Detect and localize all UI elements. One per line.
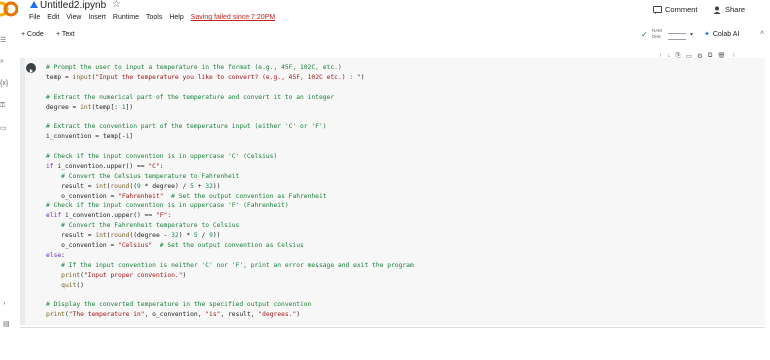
code-line[interactable]: i_convention = temp[-1] bbox=[46, 132, 414, 142]
menu-help[interactable]: Help bbox=[169, 14, 183, 21]
left-sidebar: ☰ ⌕ {x} ⚿ ▭ bbox=[0, 28, 14, 328]
menu-insert[interactable]: Insert bbox=[88, 14, 106, 21]
drive-icon bbox=[30, 1, 38, 8]
cell-gutter bbox=[20, 58, 25, 325]
resource-monitor[interactable]: RAM Disk bbox=[652, 28, 662, 40]
code-line[interactable]: if i_convention.upper() == "C": bbox=[46, 162, 414, 172]
code-line[interactable]: o_convention = "Celsius" # Set the outpu… bbox=[46, 241, 414, 251]
code-line[interactable]: result = int(round((9 * degree) / 5 + 32… bbox=[46, 182, 414, 192]
table-of-contents-icon[interactable]: ☰ bbox=[0, 36, 6, 44]
code-line[interactable]: quit() bbox=[46, 281, 414, 291]
code-line[interactable]: elif i_convention.upper() == "F": bbox=[46, 211, 414, 221]
files-icon[interactable]: ▭ bbox=[0, 124, 7, 132]
code-line[interactable]: else: bbox=[46, 251, 414, 261]
code-line[interactable]: print("Input proper convention.") bbox=[46, 271, 414, 281]
cell-divider bbox=[20, 327, 765, 328]
code-line[interactable]: # Display the converted temperature in t… bbox=[46, 300, 414, 310]
code-line[interactable] bbox=[46, 83, 414, 93]
terminal-icon[interactable]: ▤ bbox=[3, 320, 10, 328]
expand-icon[interactable]: › bbox=[3, 300, 5, 307]
code-line[interactable]: result = int(round((degree - 32) * 5 / 9… bbox=[46, 231, 414, 241]
sparkle-icon: ✦ bbox=[704, 31, 710, 38]
add-code-button[interactable]: + Code bbox=[21, 31, 44, 38]
play-icon bbox=[29, 68, 33, 74]
colab-ai-button[interactable]: ✦ Colab AI bbox=[704, 30, 739, 39]
code-line[interactable]: o_convention = "Fahrenheit" # Set the ou… bbox=[46, 192, 414, 202]
code-line[interactable]: # Prompt the user to input a temperature… bbox=[46, 63, 414, 73]
ram-bar bbox=[668, 33, 686, 34]
colab-logo-icon[interactable] bbox=[0, 0, 18, 18]
code-editor[interactable]: # Prompt the user to input a temperature… bbox=[46, 63, 414, 320]
comment-icon bbox=[653, 5, 662, 14]
menu-runtime[interactable]: Runtime bbox=[113, 14, 139, 21]
code-line[interactable]: # Convert the Celsius temperature to Fah… bbox=[46, 172, 414, 182]
code-line[interactable] bbox=[46, 142, 414, 152]
person-add-icon bbox=[713, 6, 721, 14]
menu-edit[interactable]: Edit bbox=[47, 14, 59, 21]
code-line[interactable]: degree = int(temp[: 1]) bbox=[46, 103, 414, 113]
code-line[interactable] bbox=[46, 112, 414, 122]
menu-file[interactable]: File bbox=[29, 14, 40, 21]
share-button[interactable]: Share bbox=[713, 5, 745, 14]
code-line[interactable]: # Check if the input convention is in up… bbox=[46, 201, 414, 211]
notebook-title[interactable]: Untitled2.ipynb bbox=[40, 0, 106, 11]
chevron-down-icon[interactable]: ▾ bbox=[690, 31, 693, 38]
menu-view[interactable]: View bbox=[66, 14, 81, 21]
code-line[interactable]: # Extract the numerical part of the temp… bbox=[46, 93, 414, 103]
secrets-icon[interactable]: ⚿ bbox=[0, 102, 5, 110]
code-line[interactable]: # Check if the input convention is in up… bbox=[46, 152, 414, 162]
variables-icon[interactable]: {x} bbox=[0, 80, 8, 87]
code-line[interactable]: print("The temperature in", o_convention… bbox=[46, 310, 414, 320]
code-line[interactable]: # Extract the convention part of the tem… bbox=[46, 122, 414, 132]
search-icon[interactable]: ⌕ bbox=[0, 58, 4, 66]
code-line[interactable]: temp = input("Input the temperature you … bbox=[46, 73, 414, 83]
menu-tools[interactable]: Tools bbox=[146, 14, 162, 21]
disk-label: Disk bbox=[652, 34, 661, 39]
menu-bar: File Edit View Insert Runtime Tools Help… bbox=[29, 14, 275, 21]
check-icon: ✓ bbox=[641, 30, 648, 39]
code-line[interactable] bbox=[46, 290, 414, 300]
save-status[interactable]: Saving failed since 7:20PM bbox=[191, 14, 275, 21]
code-line[interactable]: # Convert the Fahrenheit temperature to … bbox=[46, 221, 414, 231]
add-text-button[interactable]: + Text bbox=[56, 31, 75, 38]
run-cell-button[interactable] bbox=[26, 63, 36, 74]
comment-button[interactable]: Comment bbox=[653, 5, 698, 14]
collapse-header-icon[interactable]: ˄ bbox=[760, 30, 764, 37]
code-line[interactable]: # If the input convention is neither 'C'… bbox=[46, 261, 414, 271]
disk-bar bbox=[668, 39, 686, 40]
star-icon[interactable]: ☆ bbox=[112, 0, 121, 10]
